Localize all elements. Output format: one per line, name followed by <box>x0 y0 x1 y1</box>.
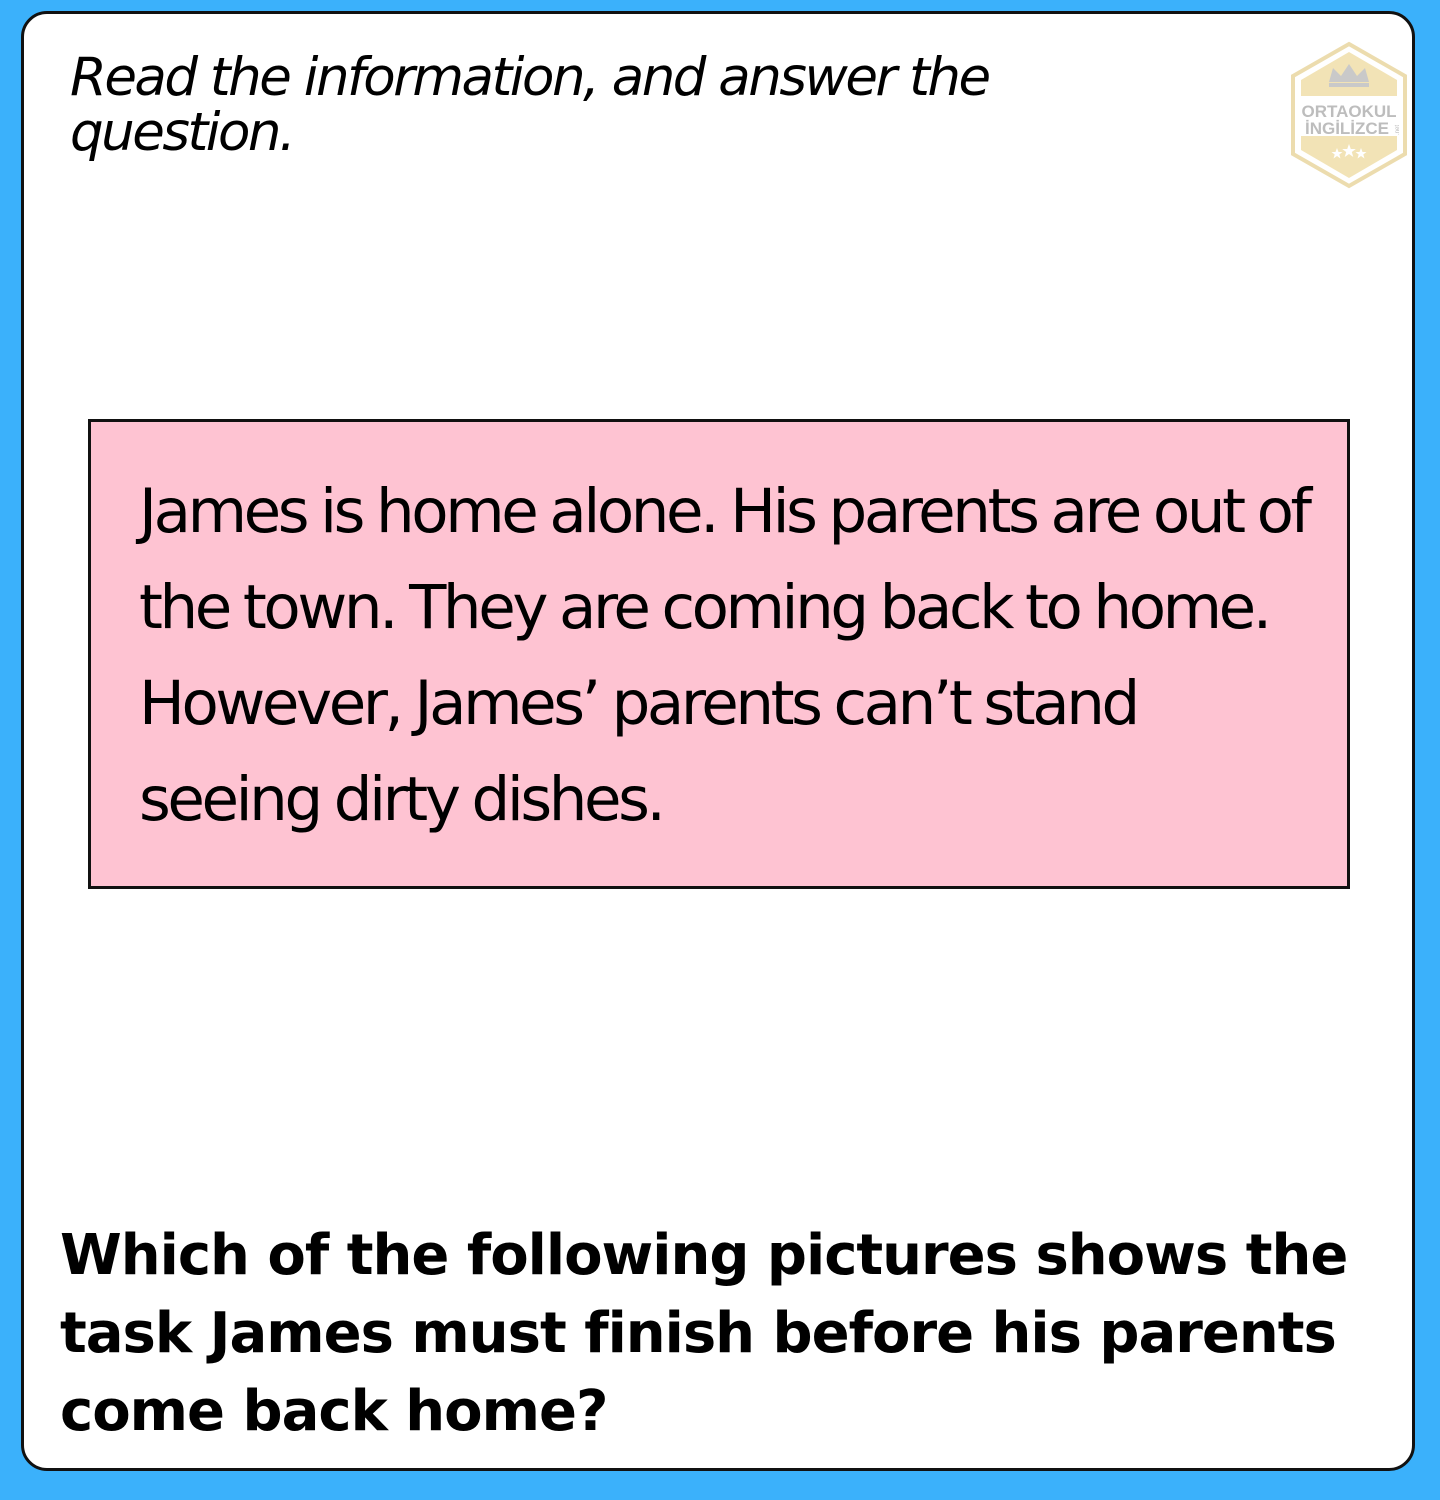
info-box: James is home alone. His parents are out… <box>88 419 1350 889</box>
logo-line2: İNGİLİZCE <box>1305 119 1389 138</box>
info-text: James is home alone. His parents are out… <box>139 476 1312 835</box>
ortaokul-ingilizce-logo: ORTAOKUL İNGİLİZCE .net <box>1287 40 1411 190</box>
logo-suffix: .net <box>1395 125 1401 135</box>
instruction-text: Read the information, and answer the que… <box>70 47 991 163</box>
question-text: Which of the following pictures shows th… <box>60 1223 1348 1444</box>
question-card: Read the information, and answer the que… <box>21 11 1415 1471</box>
